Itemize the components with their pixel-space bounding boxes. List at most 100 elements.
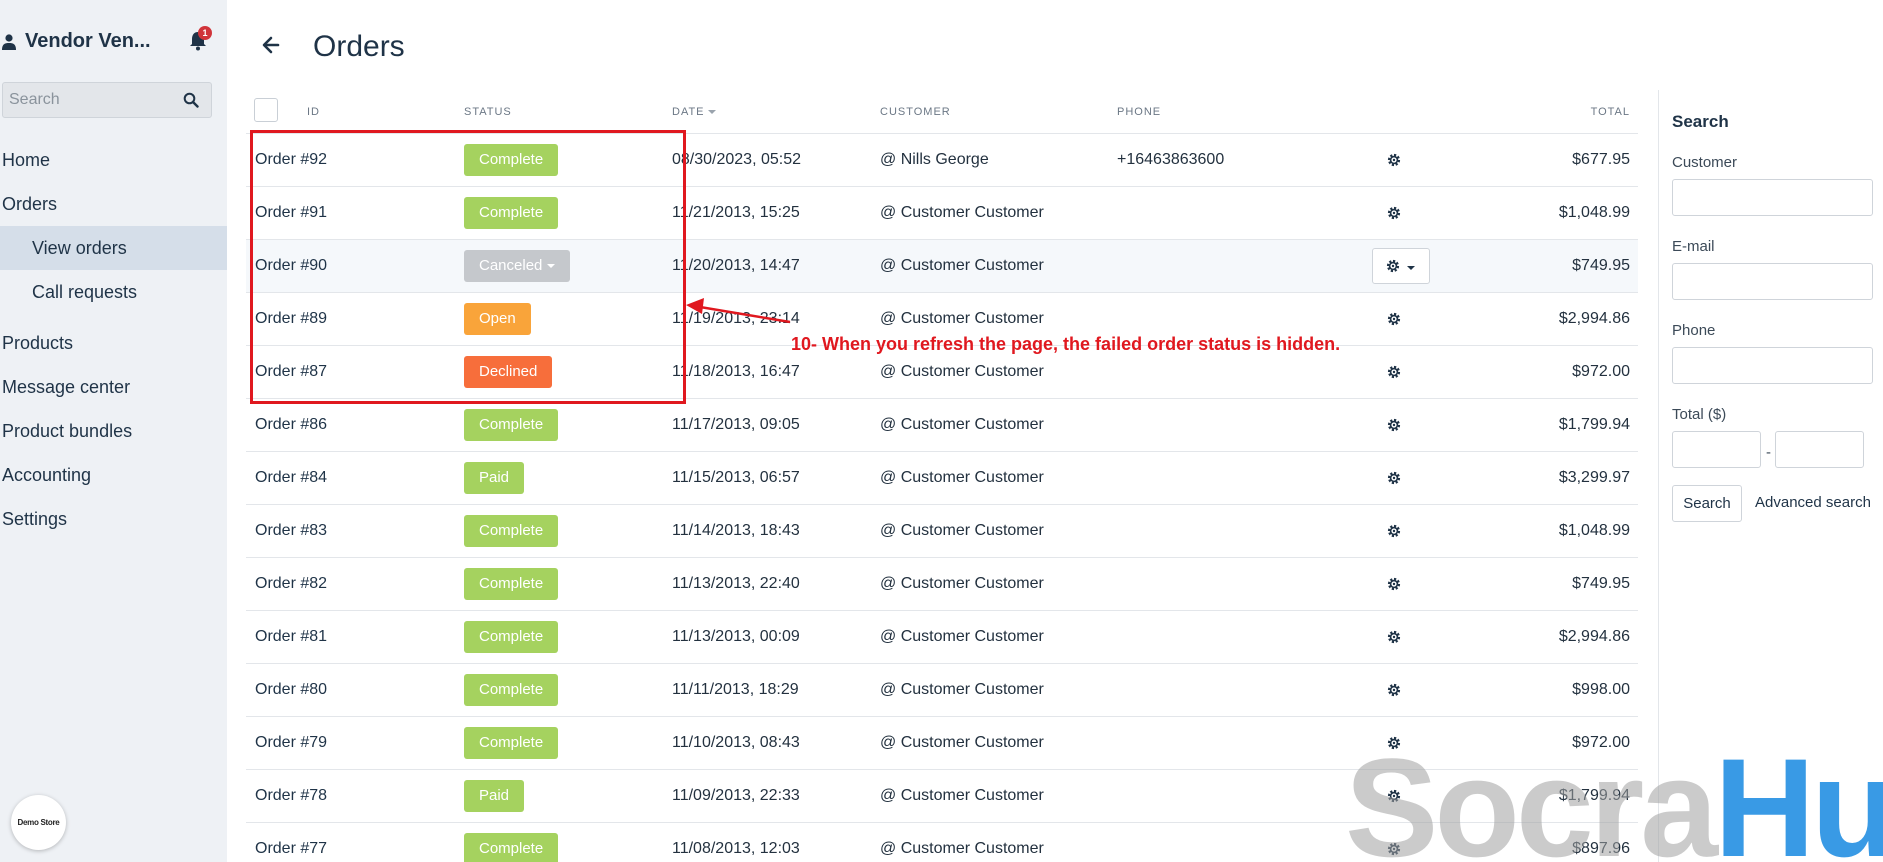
phone-label: Phone — [1672, 322, 1716, 339]
order-id-link[interactable]: Order #86 — [255, 416, 327, 434]
nav-home[interactable]: Home — [2, 150, 50, 171]
gear-icon[interactable] — [1386, 576, 1402, 592]
annotation-text: 10- When you refresh the page, the faile… — [791, 334, 1341, 354]
nav-message-center[interactable]: Message center — [2, 377, 130, 398]
nav-orders[interactable]: Orders — [2, 194, 57, 215]
table-row[interactable]: Order #83 Complete 11/14/2013, 18:43 @ Cust… — [246, 505, 1638, 558]
customer-link[interactable]: @ Customer Customer — [880, 522, 1044, 540]
status-label: Complete — [479, 416, 544, 433]
customer-link[interactable]: @ Customer Customer — [880, 363, 1044, 381]
nav-accounting[interactable]: Accounting — [2, 465, 91, 486]
order-id-link[interactable]: Order #78 — [255, 787, 327, 805]
order-date: 11/14/2013, 18:43 — [672, 522, 800, 539]
nav-call-requests[interactable]: Call requests — [32, 282, 137, 303]
customer-link[interactable]: @ Customer Customer — [880, 416, 1044, 434]
order-date: 11/13/2013, 22:40 — [672, 575, 800, 592]
back-arrow-icon[interactable] — [262, 36, 280, 54]
order-date: 11/09/2013, 22:33 — [672, 787, 800, 804]
customer-link[interactable]: @ Customer Customer — [880, 628, 1044, 646]
search-button[interactable]: Search — [1672, 485, 1742, 522]
order-date: 08/30/2023, 05:52 — [672, 151, 802, 168]
nav-view-orders[interactable]: View orders — [32, 238, 127, 259]
column-header-id[interactable]: ID — [307, 106, 320, 118]
order-id-link[interactable]: Order #79 — [255, 734, 327, 752]
sidebar-search-input[interactable] — [9, 90, 169, 110]
email-field[interactable] — [1672, 263, 1873, 300]
order-id-link[interactable]: Order #80 — [255, 681, 327, 699]
status-label: Complete — [479, 681, 544, 698]
table-row[interactable]: Order #86 Complete 11/17/2013, 09:05 @ Cust… — [246, 399, 1638, 452]
column-header-status[interactable]: STATUS — [464, 106, 512, 118]
column-header-total[interactable]: TOTAL — [1591, 106, 1630, 118]
order-total: $998.00 — [1572, 681, 1630, 698]
gear-icon[interactable] — [1386, 152, 1402, 168]
order-total: $749.95 — [1572, 575, 1630, 592]
status-label: Complete — [479, 522, 544, 539]
status-badge: Complete — [464, 727, 559, 759]
gear-icon[interactable] — [1386, 629, 1402, 645]
phone-link[interactable]: +16463863600 — [1117, 151, 1224, 169]
customer-link[interactable]: @ Customer Customer — [880, 840, 1044, 858]
sidebar-search — [2, 82, 212, 118]
customer-link[interactable]: @ Nills George — [880, 151, 989, 169]
vendor-name[interactable]: Vendor Ven... — [25, 30, 151, 53]
nav-products[interactable]: Products — [2, 333, 73, 354]
email-label: E-mail — [1672, 238, 1715, 255]
select-all-checkbox[interactable] — [254, 98, 278, 122]
gear-icon[interactable] — [1386, 364, 1402, 380]
order-date: 11/15/2013, 06:57 — [672, 469, 800, 486]
order-id-link[interactable]: Order #82 — [255, 575, 327, 593]
column-header-date[interactable]: DATE — [672, 106, 705, 118]
status-badge: Complete — [464, 621, 559, 653]
notification-badge: 1 — [198, 26, 212, 40]
total-max-field[interactable] — [1775, 431, 1864, 468]
order-id-link[interactable]: Order #77 — [255, 840, 327, 858]
order-total: $749.95 — [1572, 257, 1630, 274]
order-date: 11/19/2013, 23:14 — [672, 310, 800, 327]
customer-link[interactable]: @ Customer Customer — [880, 310, 1044, 328]
phone-field[interactable] — [1672, 347, 1873, 384]
customer-label: Customer — [1672, 154, 1738, 171]
nav-settings[interactable]: Settings — [2, 509, 67, 530]
column-header-phone[interactable]: PHONE — [1117, 106, 1161, 118]
table-row[interactable]: Order #80 Complete 11/11/2013, 18:29 @ Cust… — [246, 664, 1638, 717]
gear-icon[interactable] — [1386, 470, 1402, 486]
customer-link[interactable]: @ Customer Customer — [880, 681, 1044, 699]
gear-icon[interactable] — [1386, 205, 1402, 221]
gear-icon[interactable] — [1386, 417, 1402, 433]
table-row[interactable]: Order #84 Paid 11/15/2013, 06:57 @ Customer… — [246, 452, 1638, 505]
order-date: 11/11/2013, 18:29 — [672, 681, 799, 698]
order-id-link[interactable]: Order #83 — [255, 522, 327, 540]
user-icon — [2, 34, 16, 50]
gear-icon[interactable] — [1386, 311, 1402, 327]
table-row[interactable]: Order #81 Complete 11/13/2013, 00:09 @ Cust… — [246, 611, 1638, 664]
status-badge: Complete — [464, 674, 559, 706]
demo-store-logo[interactable]: Demo Store — [11, 795, 66, 850]
order-date: 11/13/2013, 00:09 — [672, 628, 800, 645]
customer-link[interactable]: @ Customer Customer — [880, 204, 1044, 222]
order-total: $2,994.86 — [1558, 310, 1630, 327]
customer-link[interactable]: @ Customer Customer — [880, 734, 1044, 752]
status-badge: Complete — [464, 515, 559, 547]
customer-link[interactable]: @ Customer Customer — [880, 257, 1044, 275]
customer-link[interactable]: @ Customer Customer — [880, 575, 1044, 593]
customer-link[interactable]: @ Customer Customer — [880, 787, 1044, 805]
column-header-customer[interactable]: CUSTOMER — [880, 106, 951, 118]
customer-field[interactable] — [1672, 179, 1873, 216]
order-date: 11/21/2013, 15:25 — [672, 204, 800, 221]
table-row[interactable]: Order #82 Complete 11/13/2013, 22:40 @ Cust… — [246, 558, 1638, 611]
gear-icon[interactable] — [1386, 682, 1402, 698]
row-actions-button[interactable] — [1372, 248, 1430, 284]
order-id-link[interactable]: Order #81 — [255, 628, 327, 646]
customer-link[interactable]: @ Customer Customer — [880, 469, 1044, 487]
advanced-search-link[interactable]: Advanced search — [1755, 494, 1871, 511]
column-header-date-wrap[interactable]: DATE — [672, 106, 716, 118]
order-total: $1,048.99 — [1558, 204, 1630, 221]
status-badge: Paid — [464, 462, 525, 494]
gear-icon[interactable] — [1386, 523, 1402, 539]
search-icon[interactable] — [183, 92, 199, 108]
status-badge: Complete — [464, 409, 559, 441]
total-min-field[interactable] — [1672, 431, 1761, 468]
order-id-link[interactable]: Order #84 — [255, 469, 327, 487]
nav-product-bundles[interactable]: Product bundles — [2, 421, 132, 442]
